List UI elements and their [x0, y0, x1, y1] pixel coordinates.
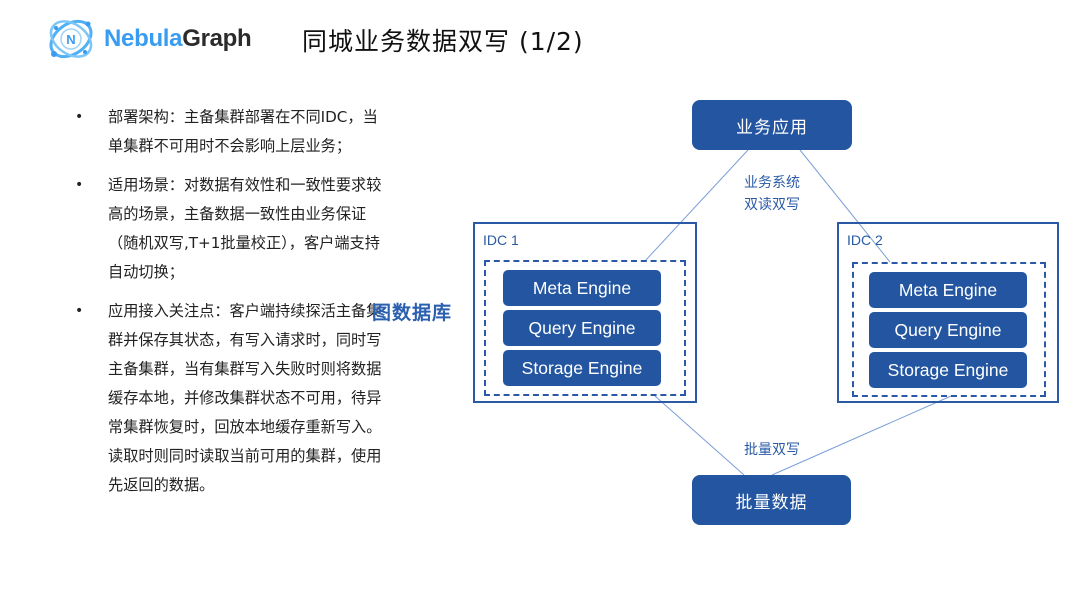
- idc2-query-engine: Query Engine: [869, 312, 1027, 348]
- idc2-container: IDC 2 Meta Engine Query Engine Storage E…: [837, 222, 1059, 403]
- batch-data-label: 批量数据: [735, 492, 808, 513]
- idc1-meta-engine: Meta Engine: [503, 270, 661, 306]
- idc1-graph-cluster: Meta Engine Query Engine Storage Engine: [484, 260, 686, 396]
- slide-title: 同城业务数据双写 (1/2): [302, 27, 584, 56]
- idc2-graph-cluster: Meta Engine Query Engine Storage Engine: [852, 262, 1046, 397]
- dual-read-write-line2: 双读双写: [744, 197, 800, 213]
- logo-wordmark: NebulaGraph: [104, 25, 252, 53]
- bullet-item: • 部署架构：主备集群部署在不同IDC，当单集群不可用时不会影响上层业务；: [70, 103, 390, 161]
- nebula-orbit-logo-icon: N: [49, 19, 93, 59]
- idc2-meta-engine: Meta Engine: [869, 272, 1027, 308]
- bullet-dot: •: [75, 109, 84, 125]
- bullet-text: 部署架构：主备集群部署在不同IDC，当单集群不可用时不会影响上层业务；: [108, 108, 378, 155]
- connector-idc1-batch: [654, 395, 745, 476]
- bullet-list: • 部署架构：主备集群部署在不同IDC，当单集群不可用时不会影响上层业务； • 适用…: [70, 103, 390, 510]
- idc1-query-engine: Query Engine: [503, 310, 661, 346]
- logo-text-nebula: Nebula: [104, 25, 183, 52]
- bullet-item: • 应用接入关注点：客户端持续探活主备集群并保存其状态，有写入请求时，同时写主备集…: [70, 297, 390, 500]
- idc1-label: IDC 1: [483, 232, 519, 248]
- graph-database-label: 图数据库: [372, 302, 453, 324]
- dual-read-write-label: 业务系统 双读双写: [730, 172, 814, 216]
- connector-idc2-batch: [771, 395, 952, 476]
- logo-text-graph: Graph: [182, 25, 252, 52]
- bullet-dot: •: [75, 177, 84, 193]
- idc2-label: IDC 2: [847, 232, 883, 248]
- idc1-container: IDC 1 Meta Engine Query Engine Storage E…: [473, 222, 697, 403]
- bullet-item: • 适用场景：对数据有效性和一致性要求较高的场景，主备数据一致性由业务保证（随机双…: [70, 171, 390, 287]
- batch-dual-write-label: 批量双写: [744, 442, 800, 458]
- business-app-node: 业务应用: [692, 100, 852, 150]
- idc2-storage-engine: Storage Engine: [869, 352, 1027, 388]
- nebulagraph-logo: N NebulaGraph: [44, 14, 252, 64]
- bullet-text: 应用接入关注点：客户端持续探活主备集群并保存其状态，有写入请求时，同时写主备集群…: [108, 302, 382, 494]
- bullet-dot: •: [75, 303, 84, 319]
- idc1-storage-engine: Storage Engine: [503, 350, 661, 386]
- batch-data-node: 批量数据: [692, 475, 851, 525]
- dual-read-write-line1: 业务系统: [744, 175, 800, 191]
- business-app-label: 业务应用: [736, 117, 808, 138]
- svg-text:N: N: [66, 32, 75, 47]
- bullet-text: 适用场景：对数据有效性和一致性要求较高的场景，主备数据一致性由业务保证（随机双写…: [108, 176, 382, 281]
